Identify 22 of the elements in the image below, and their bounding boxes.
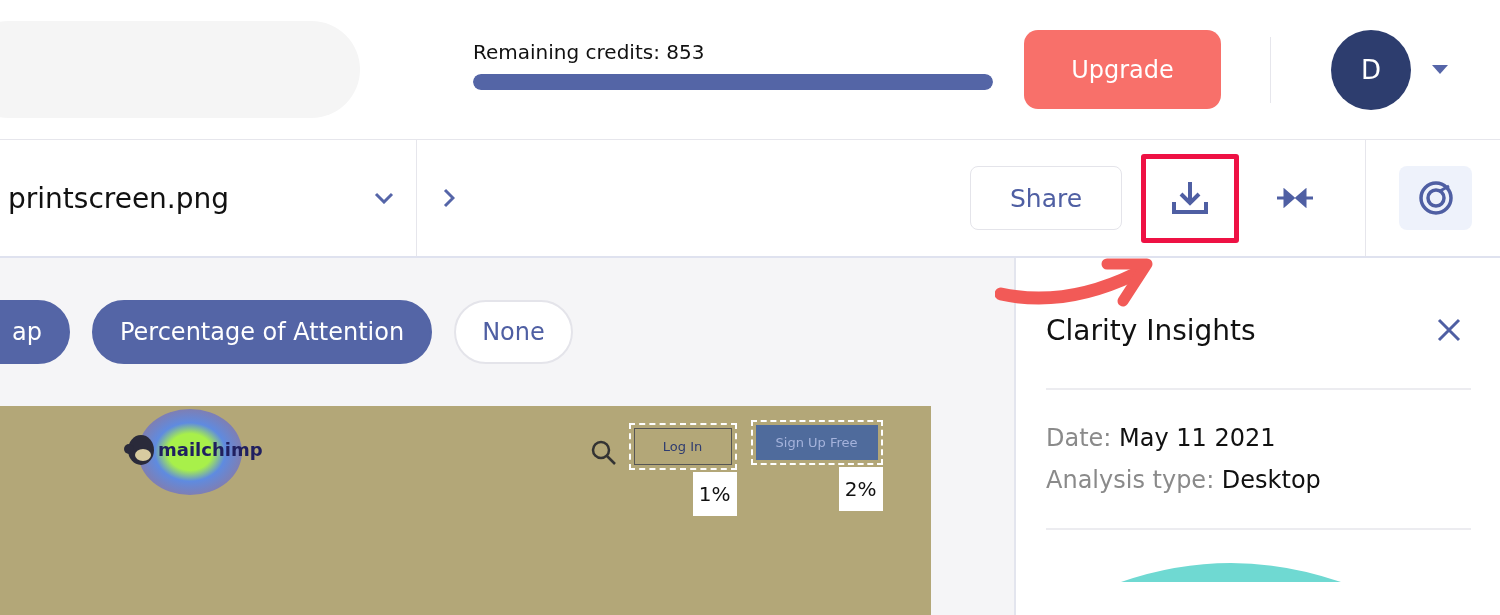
download-button[interactable] <box>1141 153 1239 243</box>
attention-percentage: 1% <box>692 472 737 516</box>
caret-icon[interactable] <box>1432 64 1448 75</box>
download-icon <box>1170 180 1210 216</box>
close-icon[interactable] <box>1437 318 1461 342</box>
attention-percentage: 2% <box>838 467 883 511</box>
share-button[interactable]: Share <box>970 166 1122 230</box>
panel-title: Clarity Insights <box>1046 313 1256 347</box>
target-button[interactable] <box>1399 166 1472 230</box>
chevron-right-icon[interactable] <box>443 188 455 208</box>
arrows-inward-icon[interactable] <box>1277 188 1313 208</box>
detail-line: Analysis type: Desktop <box>1046 466 1322 494</box>
credits-label: Remaining credits: 853 <box>473 39 706 64</box>
view-mode-tab[interactable]: None <box>454 300 573 364</box>
search-icon <box>590 440 617 466</box>
chevron-down-icon[interactable] <box>374 192 394 204</box>
view-mode-tab[interactable]: ap <box>0 300 70 364</box>
view-mode-tab[interactable]: Percentage of Attention <box>91 300 433 364</box>
detail-line: Date: May 11 2021 <box>1046 424 1277 452</box>
target-icon <box>1416 179 1455 217</box>
file-name: printscreen.png <box>8 181 231 215</box>
avatar[interactable]: D <box>1331 29 1411 110</box>
